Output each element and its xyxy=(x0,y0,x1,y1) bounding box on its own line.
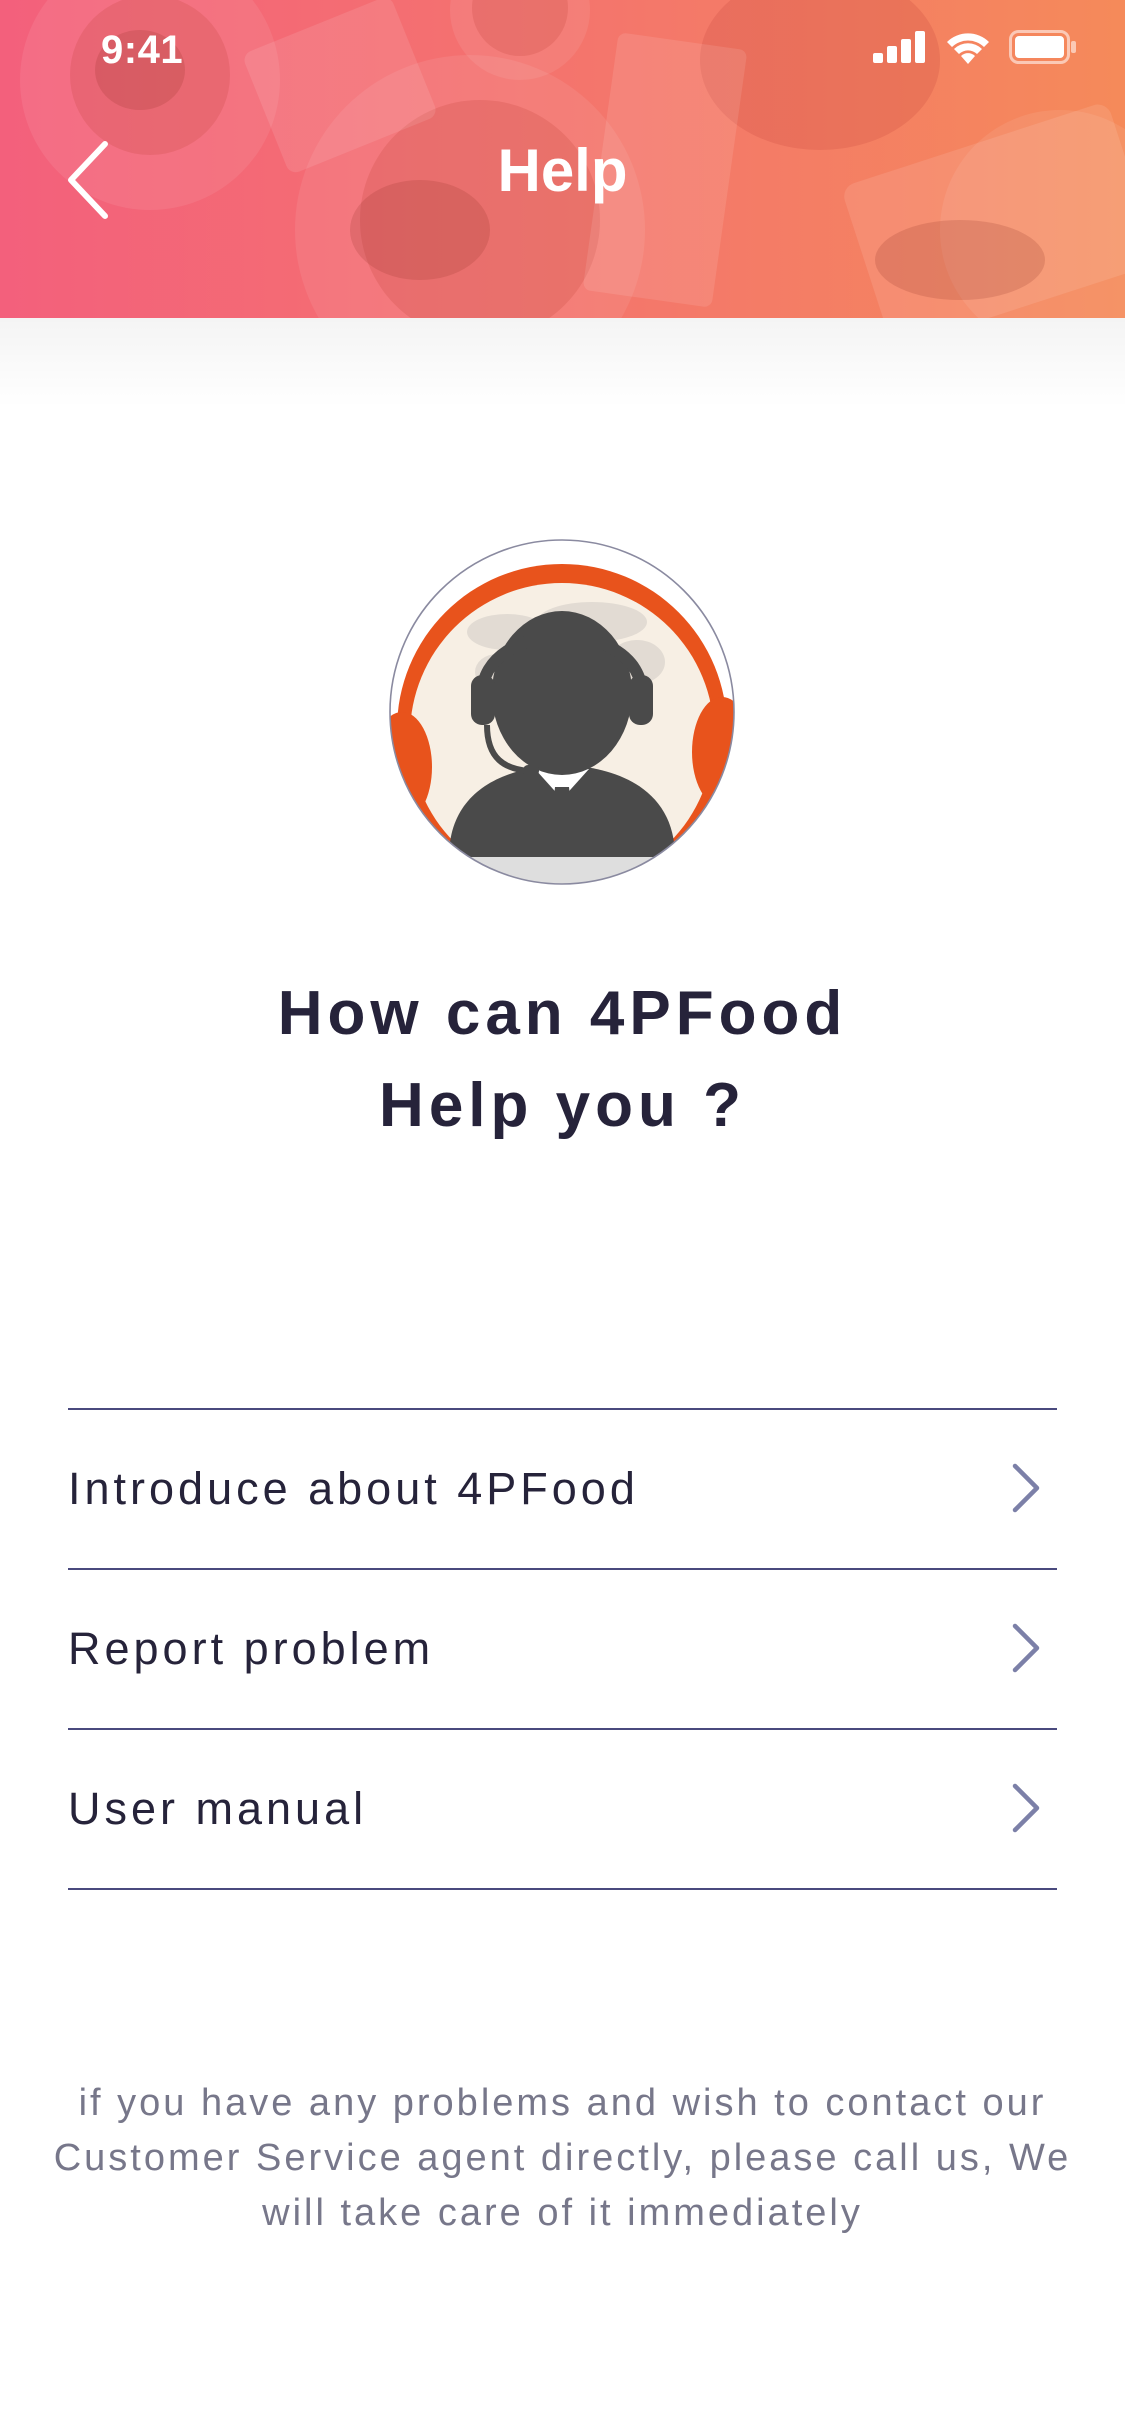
menu-item-user-manual[interactable]: User manual xyxy=(68,1728,1057,1890)
menu-item-label: Introduce about 4PFood xyxy=(68,1463,639,1514)
customer-service-note: if you have any problems and wish to con… xyxy=(53,2082,1072,2234)
customer-support-icon xyxy=(389,539,735,885)
help-headline: How can 4PFood Help you ? xyxy=(0,968,1125,1152)
header-shadow xyxy=(0,318,1125,408)
status-bar-icons xyxy=(873,30,1077,64)
chevron-right-icon xyxy=(1012,1463,1040,1513)
battery-icon xyxy=(1009,30,1076,64)
help-menu: Introduce about 4PFood Report problem Us… xyxy=(68,1408,1057,1890)
headline-line-2: Help you ? xyxy=(379,1071,746,1140)
signal-icon xyxy=(873,31,925,63)
support-avatar xyxy=(387,537,737,887)
menu-item-report-problem[interactable]: Report problem xyxy=(68,1568,1057,1728)
chevron-right-icon xyxy=(1012,1623,1040,1673)
menu-item-label: User manual xyxy=(68,1783,368,1834)
status-bar-time: 9:41 xyxy=(101,28,184,72)
menu-item-label: Report problem xyxy=(68,1623,435,1674)
wifi-icon xyxy=(947,33,989,64)
page-title: Help xyxy=(497,137,628,204)
chevron-right-icon xyxy=(1012,1783,1040,1833)
headline-line-1: How can 4PFood xyxy=(277,979,848,1048)
app-header: 9:41 Help xyxy=(0,0,1125,318)
menu-item-introduce[interactable]: Introduce about 4PFood xyxy=(68,1408,1057,1568)
